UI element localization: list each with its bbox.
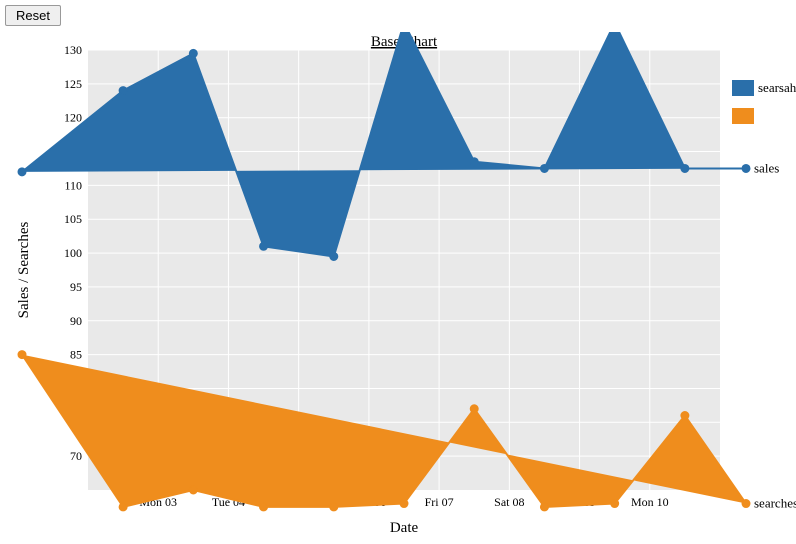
data-point[interactable] xyxy=(540,164,548,172)
x-tick-label: Sat 08 xyxy=(494,495,524,509)
y-tick-label: 130 xyxy=(64,43,82,57)
data-point[interactable] xyxy=(260,242,268,250)
data-point[interactable] xyxy=(189,49,197,57)
data-point[interactable] xyxy=(742,500,750,508)
data-point[interactable] xyxy=(470,158,478,166)
y-axis-label: Sales / Searches xyxy=(16,222,32,319)
app-container: Reset 707580859095100105110115120125130M… xyxy=(0,0,796,544)
data-point[interactable] xyxy=(681,412,689,420)
y-tick-label: 125 xyxy=(64,77,82,91)
y-tick-label: 110 xyxy=(64,178,82,192)
y-tick-label: 90 xyxy=(70,314,82,328)
y-tick-label: 70 xyxy=(70,449,82,463)
chart-area: 707580859095100105110115120125130Mon 03T… xyxy=(0,32,796,544)
data-point[interactable] xyxy=(18,351,26,359)
data-point[interactable] xyxy=(18,168,26,176)
legend-label-overlap: searsahles xyxy=(758,80,796,95)
legend-swatch-searches[interactable] xyxy=(732,108,754,124)
y-tick-label: 100 xyxy=(64,246,82,260)
reset-button[interactable]: Reset xyxy=(5,5,61,26)
y-tick-label: 120 xyxy=(64,111,82,125)
y-tick-label: 95 xyxy=(70,280,82,294)
data-point[interactable] xyxy=(742,164,750,172)
data-point[interactable] xyxy=(400,500,408,508)
x-axis-label: Date xyxy=(390,520,419,536)
data-point[interactable] xyxy=(330,503,338,511)
data-point[interactable] xyxy=(330,252,338,260)
y-tick-label: 85 xyxy=(70,348,82,362)
y-tick-label: 105 xyxy=(64,212,82,226)
x-tick-label: Fri 07 xyxy=(425,495,454,509)
data-point[interactable] xyxy=(119,87,127,95)
data-point[interactable] xyxy=(470,405,478,413)
data-point[interactable] xyxy=(611,500,619,508)
series-label-searches: searches xyxy=(754,496,796,511)
data-point[interactable] xyxy=(260,503,268,511)
data-point[interactable] xyxy=(189,486,197,494)
data-point[interactable] xyxy=(119,503,127,511)
data-point[interactable] xyxy=(540,503,548,511)
data-point[interactable] xyxy=(681,164,689,172)
line-chart: 707580859095100105110115120125130Mon 03T… xyxy=(0,32,796,544)
series-label-sales: sales xyxy=(754,160,779,175)
legend-swatch-sales[interactable] xyxy=(732,80,754,96)
x-tick-label: Mon 10 xyxy=(631,495,669,509)
legend: searsahles xyxy=(732,80,796,124)
